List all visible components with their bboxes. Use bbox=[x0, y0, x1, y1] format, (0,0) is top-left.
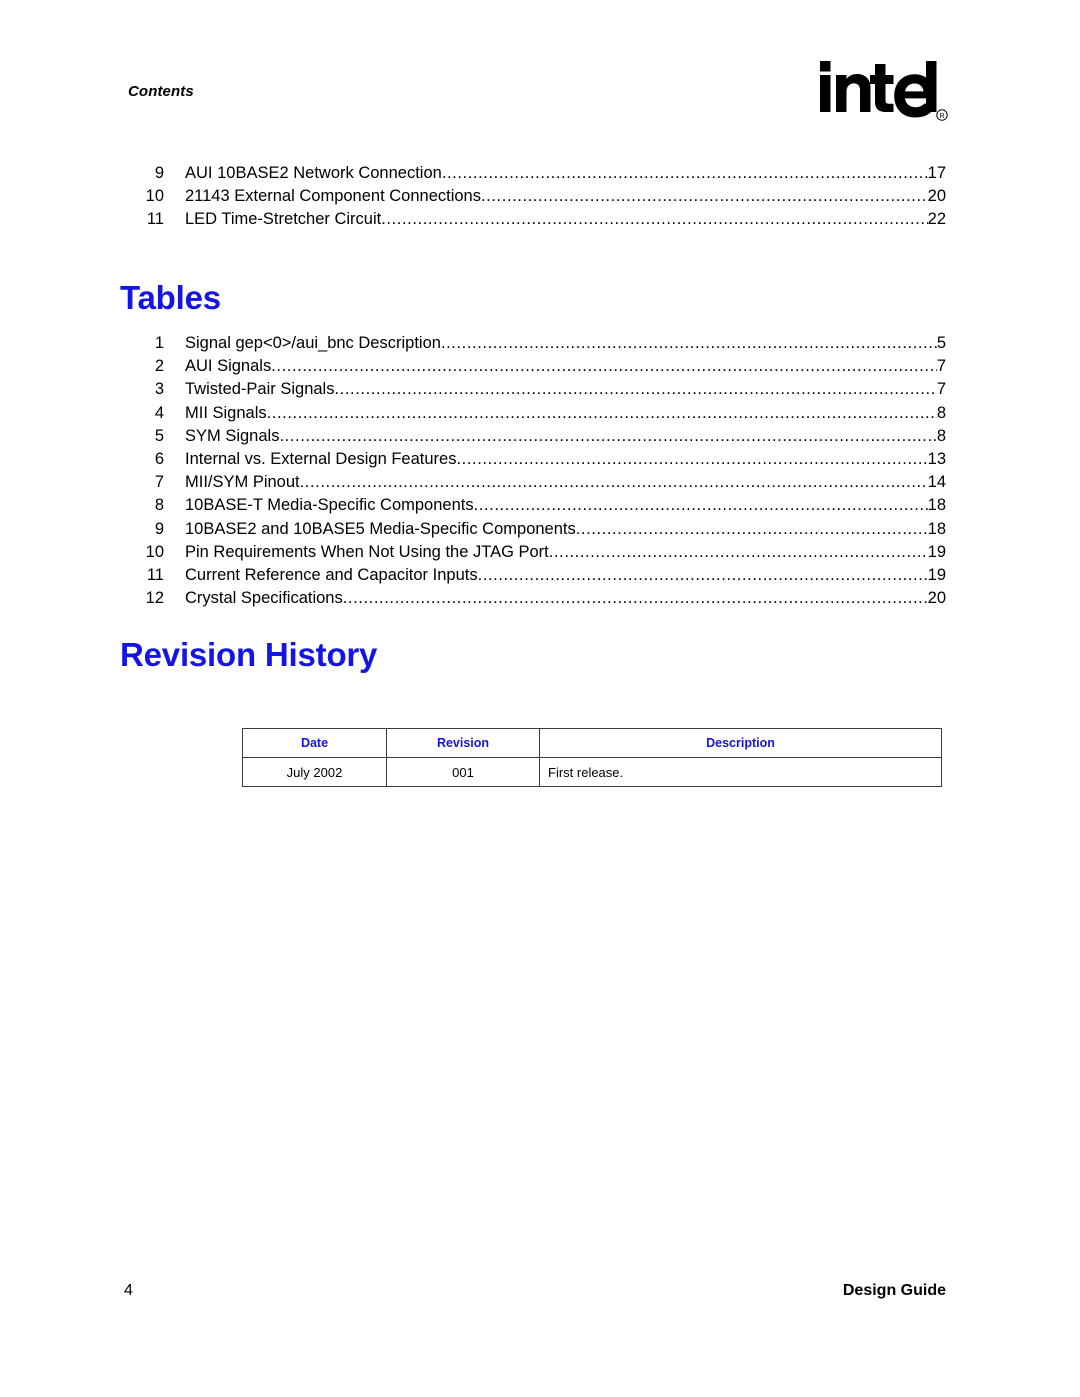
table-entry-number: 7 bbox=[154, 473, 164, 492]
table-entry[interactable]: 4 MII Signals 8 bbox=[128, 402, 946, 425]
table-entry-number: 8 bbox=[154, 496, 164, 515]
table-entry-title: SYM Signals bbox=[185, 426, 280, 445]
column-header-revision: Revision bbox=[386, 728, 540, 758]
leader-dots bbox=[441, 332, 937, 355]
column-header-date: Date bbox=[242, 728, 387, 758]
table-entry-title: Twisted-Pair Signals bbox=[185, 380, 335, 399]
table-entry-number: 2 bbox=[154, 357, 164, 376]
table-list: 1 Signal gep<0>/aui_bnc Description 5 2 AUI … bbox=[128, 332, 946, 610]
table-entry-number: 11 bbox=[146, 565, 164, 584]
table-entry-number: 6 bbox=[154, 449, 164, 468]
table-entry-number: 1 bbox=[154, 334, 164, 352]
leader-dots bbox=[576, 518, 928, 541]
svg-text:R: R bbox=[939, 113, 944, 120]
leader-dots bbox=[381, 208, 927, 231]
revision-history-table: Date Revision Description July 2002 001 Fi… bbox=[242, 728, 942, 787]
table-entry-page-number: 18 bbox=[927, 496, 946, 515]
cell-description: First release. bbox=[539, 757, 942, 787]
footer-page-number: 4 bbox=[124, 1282, 133, 1299]
figure-entry-number: 11 bbox=[146, 210, 164, 229]
table-entry-title: MII Signals bbox=[185, 403, 267, 422]
table-entry-page-number: 19 bbox=[927, 542, 946, 561]
leader-dots bbox=[300, 471, 928, 494]
figure-entry-page-number: 17 bbox=[927, 164, 946, 182]
leader-dots bbox=[549, 541, 928, 564]
leader-dots bbox=[474, 494, 928, 517]
table-entry[interactable]: 3 Twisted-Pair Signals 7 bbox=[128, 378, 946, 401]
table-entry[interactable]: 10 Pin Requirements When Not Using the JT… bbox=[128, 541, 946, 564]
table-entry-page-number: 8 bbox=[936, 403, 946, 422]
figure-entry-number: 9 bbox=[154, 164, 164, 182]
figure-entry-title: AUI 10BASE2 Network Connection bbox=[185, 164, 442, 182]
table-entry-page-number: 18 bbox=[927, 519, 946, 538]
table-entry-title: Crystal Specifications bbox=[185, 589, 343, 608]
table-entry-page-number: 19 bbox=[927, 565, 946, 584]
table-entry-number: 9 bbox=[154, 519, 164, 538]
table-entry-title: Internal vs. External Design Features bbox=[185, 449, 457, 468]
figure-list: 9 AUI 10BASE2 Network Connection 17 10 21143… bbox=[128, 162, 946, 232]
figure-entry[interactable]: 9 AUI 10BASE2 Network Connection 17 bbox=[128, 162, 946, 185]
figure-entry-number: 10 bbox=[145, 187, 164, 206]
section-heading-revision-history: Revision History bbox=[120, 636, 378, 673]
cell-revision: 001 bbox=[386, 757, 540, 787]
table-entry-page-number: 7 bbox=[936, 357, 946, 376]
leader-dots bbox=[271, 355, 937, 378]
table-entry[interactable]: 8 10BASE-T Media-Specific Components 18 bbox=[128, 494, 946, 517]
leader-dots bbox=[478, 564, 928, 587]
table-entry[interactable]: 7 MII/SYM Pinout 14 bbox=[128, 471, 946, 494]
table-entry-title: MII/SYM Pinout bbox=[185, 473, 300, 492]
section-heading-tables: Tables bbox=[120, 279, 221, 316]
table-entry-number: 12 bbox=[145, 589, 164, 608]
table-entry-title: AUI Signals bbox=[185, 357, 272, 376]
figure-entry[interactable]: 11 LED Time-Stretcher Circuit 22 bbox=[128, 208, 946, 231]
figure-entry-page-number: 22 bbox=[927, 210, 946, 229]
footer-document-title: Design Guide bbox=[842, 1282, 946, 1299]
table-entry-page-number: 20 bbox=[927, 589, 946, 608]
figure-entry-page-number: 20 bbox=[927, 187, 946, 206]
table-entry-page-number: 7 bbox=[936, 380, 946, 399]
table-entry-title: Pin Requirements When Not Using the JTAG… bbox=[185, 542, 549, 561]
table-entry-title: 10BASE-T Media-Specific Components bbox=[185, 496, 474, 515]
table-entry-page-number: 14 bbox=[927, 473, 946, 492]
registered-trademark-icon: R bbox=[936, 109, 948, 121]
leader-dots bbox=[343, 587, 928, 610]
table-entry-title: 10BASE2 and 10BASE5 Media-Specific Compo… bbox=[185, 519, 576, 538]
table-entry-number: 3 bbox=[154, 380, 164, 399]
leader-dots bbox=[456, 448, 927, 471]
table-entry-number: 10 bbox=[145, 542, 164, 561]
leader-dots bbox=[442, 162, 928, 185]
cell-date: July 2002 bbox=[242, 757, 387, 787]
table-entry[interactable]: 2 AUI Signals 7 bbox=[128, 355, 946, 378]
table-entry[interactable]: 5 SYM Signals 8 bbox=[128, 425, 946, 448]
leader-dots bbox=[481, 185, 928, 208]
table-entry-title: Current Reference and Capacitor Inputs bbox=[185, 565, 478, 584]
table-entry[interactable]: 11 Current Reference and Capacitor Inputs… bbox=[128, 564, 946, 587]
table-entry-page-number: 13 bbox=[927, 449, 946, 468]
column-header-description: Description bbox=[539, 728, 942, 758]
table-entry-page-number: 5 bbox=[936, 334, 946, 352]
leader-dots bbox=[279, 425, 936, 448]
table-entry[interactable]: 1 Signal gep<0>/aui_bnc Description 5 bbox=[128, 332, 946, 355]
running-header: Contents bbox=[128, 83, 194, 100]
table-entry-page-number: 8 bbox=[936, 426, 946, 445]
leader-dots bbox=[334, 378, 936, 401]
table-entry-number: 5 bbox=[154, 426, 164, 445]
figure-entry[interactable]: 10 21143 External Component Connections 20 bbox=[128, 185, 946, 208]
table-entry[interactable]: 9 10BASE2 and 10BASE5 Media-Specific Comp… bbox=[128, 518, 946, 541]
table-entry-number: 4 bbox=[154, 403, 164, 422]
intel-logo: R bbox=[818, 58, 948, 130]
table-row: July 2002 001 First release. bbox=[242, 757, 942, 787]
table-entry[interactable]: 6 Internal vs. External Design Features … bbox=[128, 448, 946, 471]
table-entry[interactable]: 12 Crystal Specifications 20 bbox=[128, 587, 946, 610]
table-entry-title: Signal gep<0>/aui_bnc Description bbox=[185, 334, 441, 352]
document-page: Contents R 9 AUI 10BASE2 Network Connect… bbox=[0, 0, 1080, 1397]
figure-entry-title: 21143 External Component Connections bbox=[185, 187, 481, 206]
leader-dots bbox=[267, 402, 937, 425]
figure-entry-title: LED Time-Stretcher Circuit bbox=[185, 210, 382, 229]
table-header-row: Date Revision Description bbox=[242, 728, 942, 758]
